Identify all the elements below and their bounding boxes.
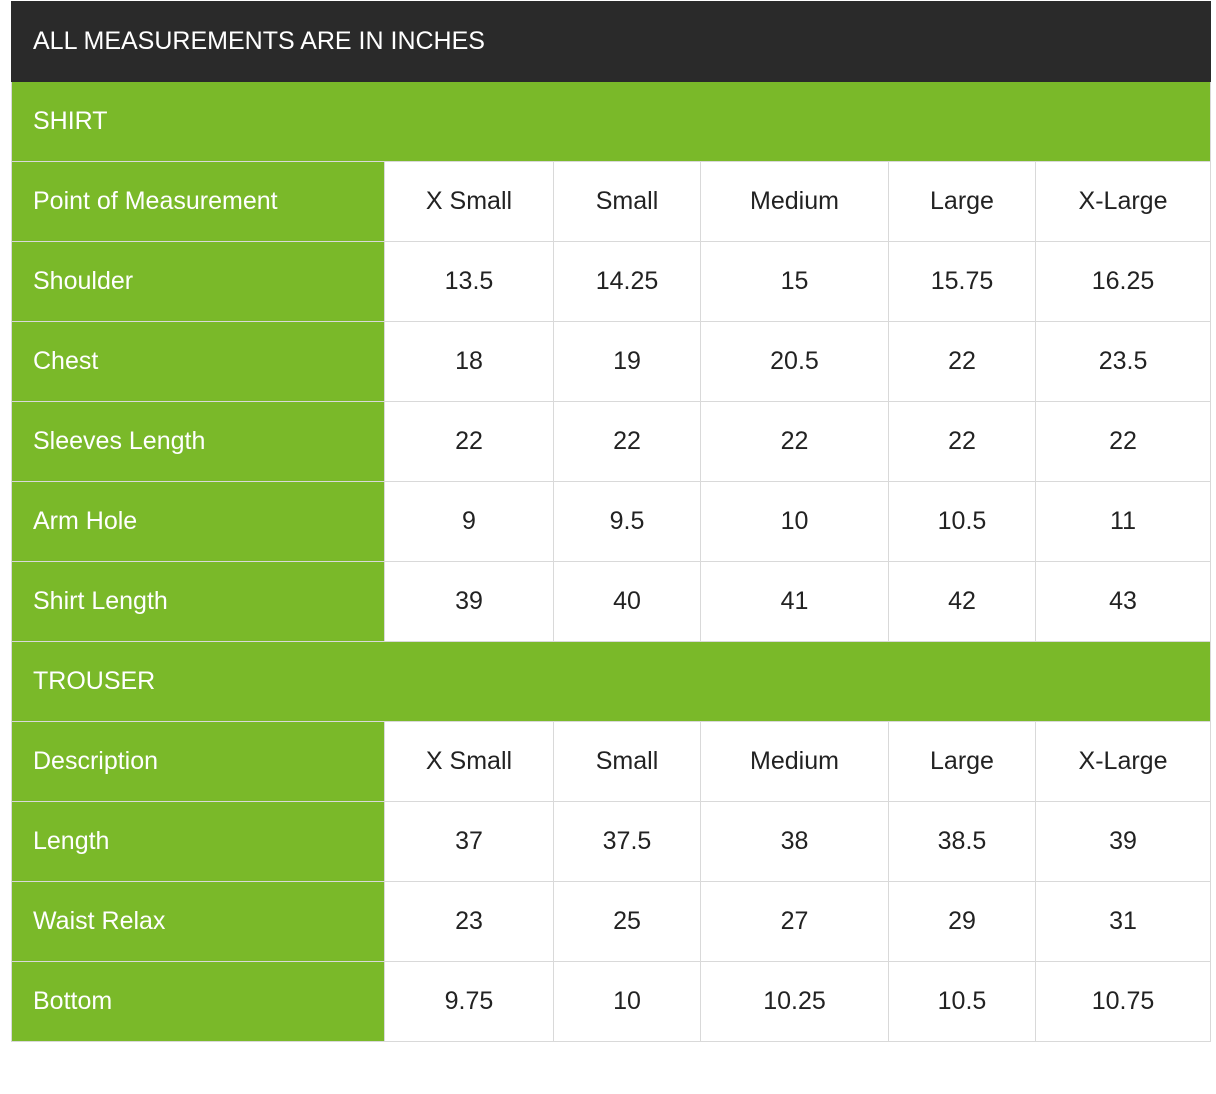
table-cell: 39 bbox=[1034, 801, 1212, 882]
table-cell: 41 bbox=[700, 561, 889, 642]
table-cell: 10.25 bbox=[700, 961, 889, 1042]
trouser-header-size: X Small bbox=[384, 721, 554, 802]
table-row: Arm Hole 9 9.5 10 10.5 11 bbox=[11, 481, 1212, 562]
table-cell: 38.5 bbox=[888, 801, 1036, 882]
table-cell: 14.25 bbox=[553, 241, 701, 322]
size-chart-table: ALL MEASUREMENTS ARE IN INCHES SHIRT Poi… bbox=[10, 1, 1212, 1042]
table-cell: 31 bbox=[1034, 881, 1212, 962]
table-cell: 23.5 bbox=[1034, 321, 1212, 402]
table-cell: 15 bbox=[700, 241, 889, 322]
table-cell: 27 bbox=[700, 881, 889, 962]
table-cell: 10.5 bbox=[888, 961, 1036, 1042]
shirt-header-size: X Small bbox=[384, 161, 554, 242]
shirt-header-size: Medium bbox=[700, 161, 889, 242]
title-row: ALL MEASUREMENTS ARE IN INCHES bbox=[10, 1, 1212, 82]
row-label: Shirt Length bbox=[11, 561, 385, 642]
row-label: Chest bbox=[11, 321, 385, 402]
table-cell: 22 bbox=[888, 401, 1036, 482]
shirt-section-row: SHIRT bbox=[10, 81, 1212, 162]
row-label: Bottom bbox=[11, 961, 385, 1042]
shirt-header-row: Point of Measurement X Small Small Mediu… bbox=[11, 161, 1212, 242]
table-cell: 43 bbox=[1034, 561, 1212, 642]
shirt-header-size: Small bbox=[553, 161, 701, 242]
shirt-header-size: Large bbox=[888, 161, 1036, 242]
trouser-header-row: Description X Small Small Medium Large X… bbox=[11, 721, 1212, 802]
table-cell: 38 bbox=[700, 801, 889, 882]
table-cell: 9.5 bbox=[553, 481, 701, 562]
table-row: Sleeves Length 22 22 22 22 22 bbox=[11, 401, 1212, 482]
table-cell: 39 bbox=[384, 561, 554, 642]
table-cell: 10 bbox=[553, 961, 701, 1042]
trouser-header-size: Small bbox=[553, 721, 701, 802]
table-cell: 13.5 bbox=[384, 241, 554, 322]
table-cell: 25 bbox=[553, 881, 701, 962]
row-label: Arm Hole bbox=[11, 481, 385, 562]
table-cell: 37 bbox=[384, 801, 554, 882]
table-cell: 42 bbox=[888, 561, 1036, 642]
table-cell: 10.75 bbox=[1034, 961, 1212, 1042]
trouser-section-row: TROUSER bbox=[10, 641, 1212, 722]
table-cell: 40 bbox=[553, 561, 701, 642]
table-cell: 16.25 bbox=[1034, 241, 1212, 322]
shirt-section-title: SHIRT bbox=[10, 81, 1212, 162]
table-row: Waist Relax 23 25 27 29 31 bbox=[11, 881, 1212, 962]
trouser-header-size: Large bbox=[888, 721, 1036, 802]
row-label: Waist Relax bbox=[11, 881, 385, 962]
table-row: Length 37 37.5 38 38.5 39 bbox=[11, 801, 1212, 882]
table-cell: 22 bbox=[888, 321, 1036, 402]
table-row: Chest 18 19 20.5 22 23.5 bbox=[11, 321, 1212, 402]
table-cell: 22 bbox=[1034, 401, 1212, 482]
table-cell: 10.5 bbox=[888, 481, 1036, 562]
table-cell: 9.75 bbox=[384, 961, 554, 1042]
trouser-header-size: Medium bbox=[700, 721, 889, 802]
table-cell: 22 bbox=[553, 401, 701, 482]
table-cell: 22 bbox=[700, 401, 889, 482]
table-cell: 23 bbox=[384, 881, 554, 962]
shirt-header-label: Point of Measurement bbox=[11, 161, 385, 242]
table-cell: 29 bbox=[888, 881, 1036, 962]
table-title: ALL MEASUREMENTS ARE IN INCHES bbox=[10, 1, 1212, 82]
table-cell: 11 bbox=[1034, 481, 1212, 562]
trouser-header-label: Description bbox=[11, 721, 385, 802]
table-cell: 22 bbox=[384, 401, 554, 482]
shirt-header-size: X-Large bbox=[1034, 161, 1212, 242]
table-cell: 37.5 bbox=[553, 801, 701, 882]
trouser-section-title: TROUSER bbox=[10, 641, 1212, 722]
table-cell: 9 bbox=[384, 481, 554, 562]
table-row: Shoulder 13.5 14.25 15 15.75 16.25 bbox=[11, 241, 1212, 322]
trouser-header-size: X-Large bbox=[1034, 721, 1212, 802]
table-cell: 20.5 bbox=[700, 321, 889, 402]
table-row: Bottom 9.75 10 10.25 10.5 10.75 bbox=[11, 961, 1212, 1042]
table-cell: 15.75 bbox=[888, 241, 1036, 322]
size-chart: ALL MEASUREMENTS ARE IN INCHES SHIRT Poi… bbox=[10, 1, 1212, 1042]
table-cell: 10 bbox=[700, 481, 889, 562]
row-label: Shoulder bbox=[11, 241, 385, 322]
row-label: Sleeves Length bbox=[11, 401, 385, 482]
row-label: Length bbox=[11, 801, 385, 882]
table-cell: 19 bbox=[553, 321, 701, 402]
table-cell: 18 bbox=[384, 321, 554, 402]
table-row: Shirt Length 39 40 41 42 43 bbox=[11, 561, 1212, 642]
